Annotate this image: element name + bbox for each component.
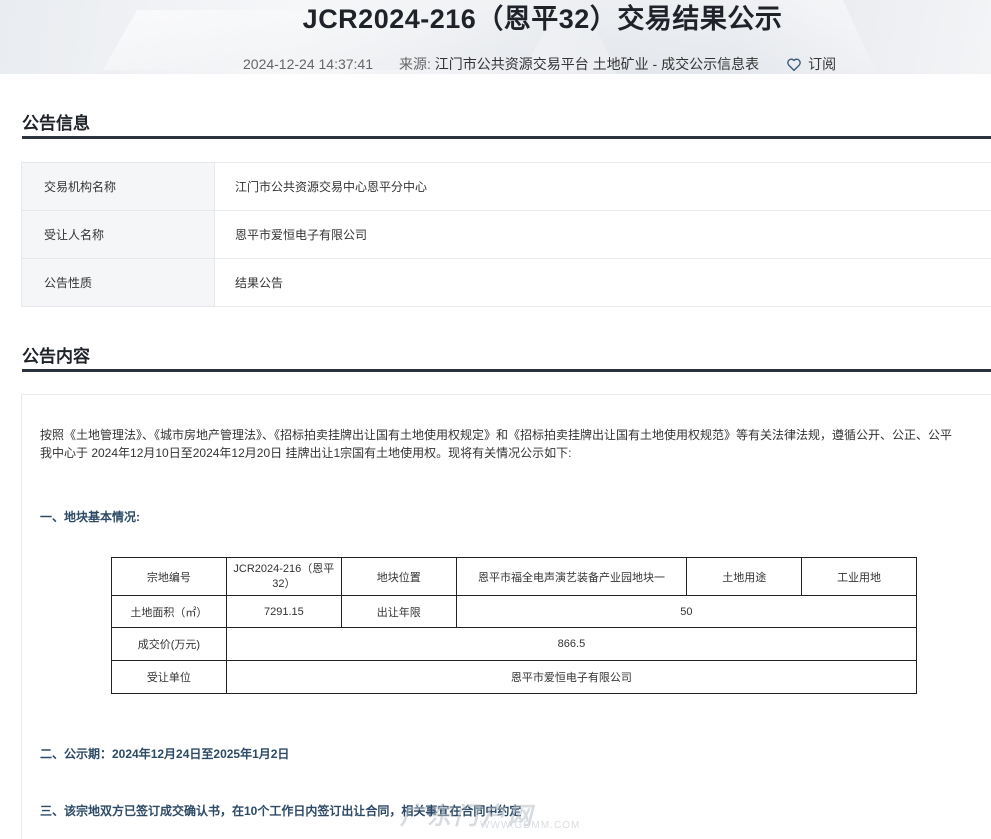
- table-cell: 50: [455, 595, 918, 628]
- info-table: 交易机构名称 江门市公共资源交易中心恩平分中心 受让人名称 恩平市爱恒电子有限公…: [21, 162, 991, 307]
- subheading-publicity-period: 二、公示期：2024年12月24日至2025年1月2日: [40, 747, 290, 761]
- info-value: 恩平市爱恒电子有限公司: [214, 210, 991, 259]
- heart-icon: [787, 58, 801, 71]
- info-key: 受让人名称: [21, 210, 215, 259]
- source-label: 来源:: [399, 56, 431, 72]
- info-key: 交易机构名称: [21, 162, 215, 211]
- article-meta: 2024-12-24 14:37:41 来源: 江门市公共资源交易平台 土地矿业…: [243, 54, 836, 74]
- table-cell: 866.5: [225, 627, 918, 661]
- land-parcel-table: 宗地编号 JCR2024-216（恩平32） 地块位置 恩平市福全电声演艺装备产…: [111, 557, 918, 694]
- table-row: 受让单位 恩平市爱恒电子有限公司: [111, 660, 918, 694]
- section-heading-info: 公告信息: [22, 109, 991, 139]
- section-heading-content: 公告内容: [22, 342, 991, 372]
- table-cell: JCR2024-216（恩平32）: [225, 557, 342, 596]
- table-row: 宗地编号 JCR2024-216（恩平32） 地块位置 恩平市福全电声演艺装备产…: [111, 557, 917, 596]
- subscribe-button[interactable]: 订阅: [787, 54, 836, 74]
- table-row: 成交价(万元) 866.5: [111, 627, 918, 661]
- table-cell: 出让年限: [340, 595, 457, 628]
- table-cell: 恩平市福全电声演艺装备产业园地块一: [455, 557, 688, 596]
- table-cell: 地块位置: [340, 557, 457, 596]
- subscribe-label: 订阅: [808, 56, 837, 72]
- table-cell: 宗地编号: [111, 557, 227, 596]
- intro-paragraph-line: 我中心于 2024年12月10日至2024年12月20日 挂牌出让1宗国有土地使…: [40, 446, 572, 460]
- publish-date: 2024-12-24 14:37:41: [243, 56, 373, 72]
- intro-paragraph-line: 按照《土地管理法》、《城市房地产管理法》、《招标拍卖挂牌出让国有土地使用权规定》…: [40, 428, 953, 442]
- section-title-info: 公告信息: [22, 114, 90, 133]
- table-cell: 7291.15: [225, 595, 342, 628]
- subheading-land-info: 一、地块基本情况:: [40, 510, 140, 524]
- source-link[interactable]: 江门市公共资源交易平台 土地矿业 - 成交公示信息表: [435, 54, 759, 74]
- watermark-url: WWW.GDMM.COM: [480, 820, 581, 831]
- table-row: 受让人名称 恩平市爱恒电子有限公司: [21, 210, 991, 259]
- parcel-code: JCR2024-216（恩平32）: [233, 562, 335, 590]
- info-value: 结果公告: [214, 258, 991, 307]
- page-title: JCR2024-216（恩平32）交易结果公示: [302, 4, 783, 34]
- table-cell: 成交价(万元): [111, 627, 227, 661]
- info-value: 江门市公共资源交易中心恩平分中心: [214, 162, 991, 211]
- table-cell: 恩平市爱恒电子有限公司: [225, 660, 918, 694]
- table-cell: 土地面积（㎡）: [111, 595, 227, 628]
- info-key: 公告性质: [21, 258, 215, 307]
- table-row: 土地面积（㎡） 7291.15 出让年限 50: [111, 595, 918, 628]
- table-cell: 土地用途: [686, 557, 803, 596]
- table-cell: 受让单位: [111, 660, 227, 694]
- table-row: 交易机构名称 江门市公共资源交易中心恩平分中心: [21, 162, 991, 211]
- table-cell: 工业用地: [801, 557, 917, 596]
- section-title-content: 公告内容: [22, 347, 90, 366]
- site-watermark: 广东门户网 WWW.GDMM.COM: [400, 796, 579, 831]
- table-row: 公告性质 结果公告: [21, 258, 991, 307]
